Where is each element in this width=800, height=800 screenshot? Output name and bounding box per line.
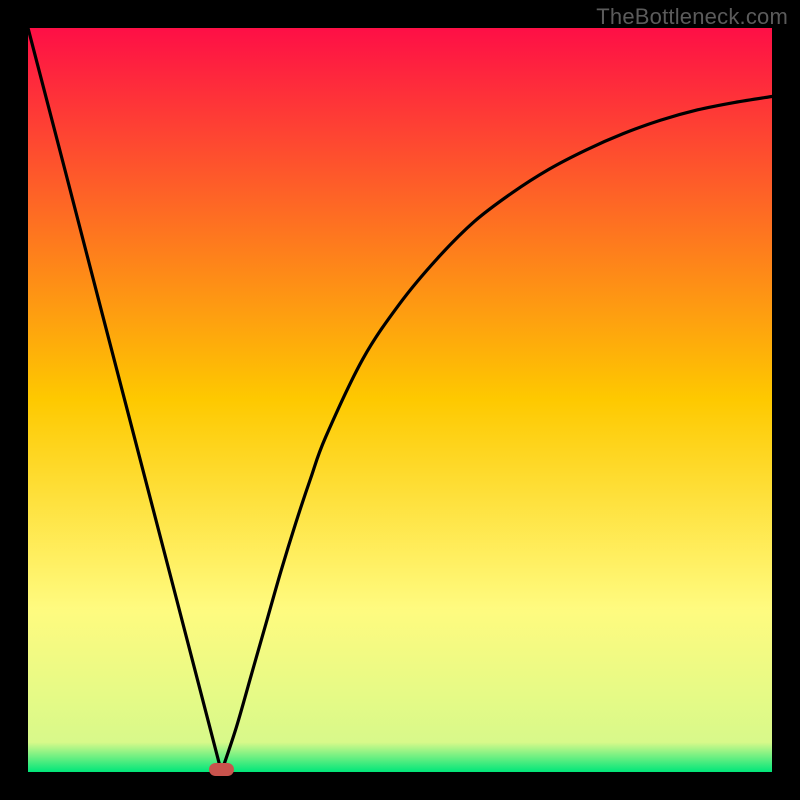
chart-frame bbox=[28, 28, 772, 772]
minimum-marker bbox=[209, 763, 234, 776]
gradient-background bbox=[28, 28, 772, 772]
watermark-text: TheBottleneck.com bbox=[596, 4, 788, 30]
chart-canvas bbox=[28, 28, 772, 772]
